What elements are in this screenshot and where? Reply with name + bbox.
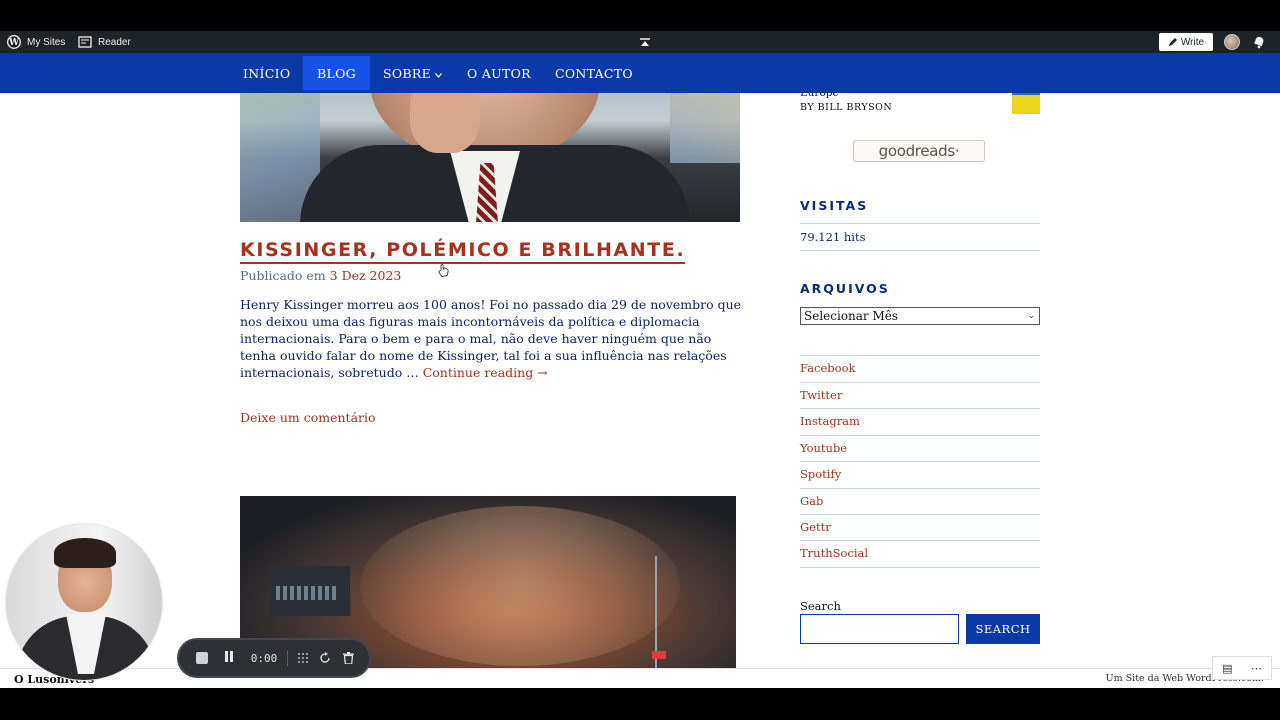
post-title-link[interactable]: KISSINGER, POLÉMICO E BRILHANTE.	[240, 238, 686, 264]
screen-recorder-toolbar: 0:00	[177, 638, 371, 678]
leave-comment-link[interactable]: Deixe um comentário	[240, 410, 376, 425]
archives-select-value: Selecionar Mês	[804, 309, 899, 323]
social-link-twitter[interactable]: Twitter	[800, 388, 1040, 402]
divider	[800, 223, 1040, 224]
goodreads-badge[interactable]: goodreads·	[853, 140, 985, 162]
pause-icon	[224, 651, 234, 665]
social-link-facebook[interactable]: Facebook	[800, 361, 1040, 375]
post-date-link[interactable]: 3 Dez 2023	[330, 268, 402, 283]
chevron-down-icon	[435, 66, 443, 81]
hit-counter: 79.121 hits	[800, 230, 866, 244]
screen-top-border	[0, 0, 1280, 31]
search-button[interactable]: SEARCH	[966, 614, 1040, 644]
notifications-bell-icon[interactable]	[1252, 35, 1266, 49]
archives-month-select[interactable]: Selecionar Mês ⌄	[800, 307, 1040, 325]
reader-icon	[78, 36, 92, 48]
webcam-hair	[54, 538, 116, 568]
social-link-truthsocial[interactable]: TruthSocial	[800, 546, 1040, 560]
divider	[800, 514, 1040, 515]
reader-label: Reader	[98, 36, 131, 48]
more-options-icon[interactable]: ⋯	[1251, 662, 1262, 675]
trash-icon[interactable]	[340, 640, 356, 676]
social-link-spotify[interactable]: Spotify	[800, 467, 1040, 481]
social-link-gab[interactable]: Gab	[800, 494, 1040, 508]
main-navigation: INÍCIO BLOG SOBRE O AUTOR CONTACTO	[0, 53, 1280, 93]
write-label: Write	[1180, 36, 1205, 48]
archives-widget-title: ARQUIVOS	[800, 281, 890, 296]
divider	[800, 408, 1040, 409]
book-author: BY BILL BRYSON	[800, 102, 893, 113]
toolbar-divider	[287, 650, 288, 666]
divider	[800, 250, 1040, 251]
collapse-up-icon	[640, 37, 650, 47]
search-label: Search	[800, 599, 841, 613]
recording-timer: 0:00	[250, 651, 278, 665]
write-button[interactable]: Write	[1159, 33, 1213, 51]
stop-icon	[196, 652, 208, 664]
wordpress-admin-bar: W My Sites Reader Write	[0, 31, 1280, 53]
divider	[800, 567, 1040, 568]
search-input[interactable]	[800, 614, 959, 644]
restart-icon[interactable]	[317, 640, 333, 676]
stop-recording-button[interactable]	[193, 640, 211, 676]
screen-bottom-border	[0, 688, 1280, 720]
post-meta-prefix: Publicado em	[240, 268, 326, 283]
social-link-gettr[interactable]: Gettr	[800, 520, 1040, 534]
post-excerpt: Henry Kissinger morreu aos 100 anos! Foi…	[240, 296, 742, 381]
hand-cursor-icon	[438, 262, 449, 281]
divider	[800, 355, 1040, 356]
wordpress-logo-icon: W	[7, 35, 21, 49]
my-sites-button[interactable]: W My Sites	[7, 31, 65, 53]
my-sites-label: My Sites	[27, 36, 66, 48]
divider	[800, 540, 1040, 541]
user-avatar[interactable]	[1224, 34, 1240, 50]
nav-item-contacto[interactable]: CONTACTO	[541, 56, 647, 90]
divider	[800, 461, 1040, 462]
divider	[800, 382, 1040, 383]
post-meta: Publicado em 3 Dez 2023	[240, 268, 401, 283]
image-windows	[276, 586, 336, 600]
floating-actions: ▤ ⋯	[1212, 656, 1272, 680]
nav-item-blog[interactable]: BLOG	[303, 56, 370, 90]
continue-reading-link[interactable]: Continue reading →	[423, 365, 548, 380]
social-link-instagram[interactable]: Instagram	[800, 414, 1040, 428]
svg-text:W: W	[8, 38, 20, 48]
webcam-overlay	[5, 523, 163, 681]
social-link-youtube[interactable]: Youtube	[800, 441, 1040, 455]
book-cover-image[interactable]	[1012, 93, 1040, 114]
reader-button[interactable]: Reader	[78, 31, 131, 53]
chevron-down-icon: ⌄	[1027, 311, 1035, 321]
reader-subscribe-icon[interactable]: ▤	[1222, 662, 1232, 675]
blog-page: INÍCIO BLOG SOBRE O AUTOR CONTACTO KISSI…	[0, 53, 1280, 688]
image-smoke	[360, 506, 680, 666]
pause-button[interactable]	[221, 640, 237, 676]
drag-handle-icon[interactable]	[295, 640, 311, 676]
pen-icon	[1168, 37, 1177, 47]
nav-item-inicio[interactable]: INÍCIO	[229, 56, 304, 90]
divider	[800, 435, 1040, 436]
nav-item-sobre-label: SOBRE	[383, 65, 432, 81]
image-red-light	[652, 651, 666, 659]
collapse-bar-button[interactable]	[640, 31, 650, 53]
visits-widget-title: VISITAS	[800, 198, 869, 213]
nav-item-sobre[interactable]: SOBRE	[369, 56, 456, 90]
divider	[800, 488, 1040, 489]
nav-item-o-autor[interactable]: O AUTOR	[453, 56, 545, 90]
